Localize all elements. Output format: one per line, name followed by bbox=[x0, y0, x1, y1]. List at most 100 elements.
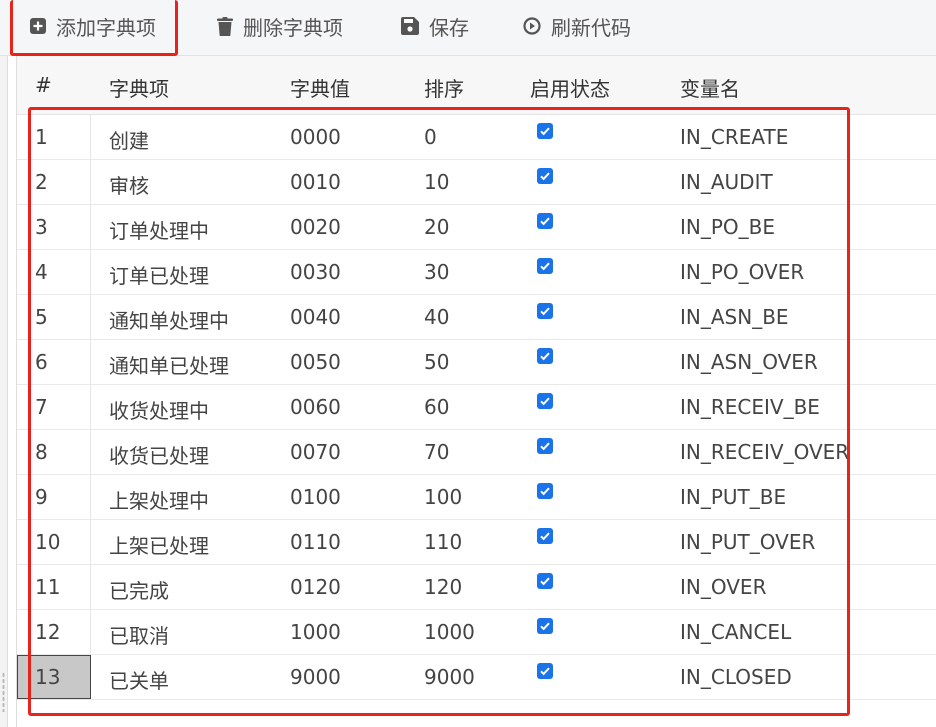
cell-item: 订单已处理 bbox=[109, 264, 209, 288]
cell-variable: IN_ASN_OVER bbox=[680, 350, 818, 374]
header-sort: 排序 bbox=[424, 77, 464, 101]
enabled-checkbox[interactable] bbox=[537, 618, 553, 634]
header-item: 字典项 bbox=[109, 77, 169, 101]
enabled-checkbox[interactable] bbox=[537, 348, 553, 364]
cell-value: 0000 bbox=[290, 125, 341, 149]
enabled-checkbox[interactable] bbox=[537, 393, 553, 409]
refresh-code-button[interactable]: 刷新代码 bbox=[523, 0, 631, 52]
cell-index: 11 bbox=[35, 575, 61, 599]
enabled-checkbox[interactable] bbox=[537, 528, 553, 544]
row-index-cell[interactable] bbox=[17, 475, 91, 519]
cell-value: 0060 bbox=[290, 395, 341, 419]
save-button[interactable]: 保存 bbox=[401, 0, 469, 52]
cell-variable: IN_CLOSED bbox=[680, 665, 792, 689]
table-row[interactable]: 8 收货已处理 0070 70 IN_RECEIV_OVER bbox=[17, 430, 936, 475]
table-row[interactable]: 10 上架已处理 0110 110 IN_PUT_OVER bbox=[17, 520, 936, 565]
cell-item: 审核 bbox=[109, 174, 149, 198]
toolbar: 添加字典项 删除字典项 保存 刷新代码 bbox=[0, 0, 936, 56]
row-index-cell[interactable] bbox=[17, 160, 91, 204]
cell-item: 上架已处理 bbox=[109, 534, 209, 558]
cell-sort: 20 bbox=[424, 215, 450, 239]
cell-item: 收货已处理 bbox=[109, 444, 209, 468]
row-index-cell[interactable] bbox=[17, 250, 91, 294]
cell-item: 通知单已处理 bbox=[109, 354, 229, 378]
enabled-checkbox[interactable] bbox=[537, 663, 553, 679]
cell-item: 创建 bbox=[109, 129, 149, 153]
check-icon bbox=[540, 667, 550, 676]
add-dict-item-button[interactable]: 添加字典项 bbox=[30, 0, 156, 52]
table-row[interactable]: 9 上架处理中 0100 100 IN_PUT_BE bbox=[17, 475, 936, 520]
table-row[interactable]: 2 审核 0010 10 IN_AUDIT bbox=[17, 160, 936, 205]
cell-value: 0040 bbox=[290, 305, 341, 329]
row-index-cell[interactable] bbox=[17, 385, 91, 429]
cell-item: 收货处理中 bbox=[109, 399, 209, 423]
enabled-checkbox[interactable] bbox=[537, 213, 553, 229]
delete-dict-item-button[interactable]: 删除字典项 bbox=[217, 0, 343, 52]
check-icon bbox=[540, 352, 550, 361]
check-icon bbox=[540, 532, 550, 541]
cell-sort: 1000 bbox=[424, 620, 475, 644]
table-row[interactable]: 7 收货处理中 0060 60 IN_RECEIV_BE bbox=[17, 385, 936, 430]
splitter[interactable] bbox=[0, 56, 8, 727]
delete-dict-item-label: 删除字典项 bbox=[243, 15, 343, 40]
refresh-code-label: 刷新代码 bbox=[551, 15, 631, 40]
enabled-checkbox[interactable] bbox=[537, 258, 553, 274]
cell-sort: 50 bbox=[424, 350, 450, 374]
row-index-cell[interactable] bbox=[17, 115, 91, 159]
cell-value: 0070 bbox=[290, 440, 341, 464]
cell-value: 1000 bbox=[290, 620, 341, 644]
cell-sort: 30 bbox=[424, 260, 450, 284]
cell-index: 8 bbox=[35, 440, 48, 464]
row-index-cell[interactable] bbox=[17, 340, 91, 384]
enabled-checkbox[interactable] bbox=[537, 123, 553, 139]
cell-value: 0020 bbox=[290, 215, 341, 239]
check-icon bbox=[540, 487, 550, 496]
table-row[interactable]: 5 通知单处理中 0040 40 IN_ASN_BE bbox=[17, 295, 936, 340]
cell-sort: 110 bbox=[424, 530, 463, 554]
check-icon bbox=[540, 262, 550, 271]
cell-sort: 60 bbox=[424, 395, 450, 419]
drag-handle-icon[interactable] bbox=[2, 672, 5, 712]
cell-index: 2 bbox=[35, 170, 48, 194]
table-row[interactable]: 11 已完成 0120 120 IN_OVER bbox=[17, 565, 936, 610]
cell-value: 0030 bbox=[290, 260, 341, 284]
table-row[interactable]: 4 订单已处理 0030 30 IN_PO_OVER bbox=[17, 250, 936, 295]
table-header: # 字典项 字典值 排序 启用状态 变量名 bbox=[17, 56, 936, 115]
cell-index: 9 bbox=[35, 485, 48, 509]
header-enabled: 启用状态 bbox=[530, 77, 610, 101]
enabled-checkbox[interactable] bbox=[537, 438, 553, 454]
cell-variable: IN_RECEIV_BE bbox=[680, 395, 820, 419]
row-index-cell[interactable] bbox=[17, 430, 91, 474]
row-index-cell[interactable] bbox=[17, 205, 91, 249]
check-icon bbox=[540, 622, 550, 631]
enabled-checkbox[interactable] bbox=[537, 168, 553, 184]
table-row[interactable]: 3 订单处理中 0020 20 IN_PO_BE bbox=[17, 205, 936, 250]
cell-variable: IN_PO_BE bbox=[680, 215, 776, 239]
cell-value: 9000 bbox=[290, 665, 341, 689]
table-row[interactable]: 1 创建 0000 0 IN_CREATE bbox=[17, 115, 936, 160]
cell-value: 0110 bbox=[290, 530, 341, 554]
table-row[interactable]: 13 已关单 9000 9000 IN_CLOSED bbox=[17, 655, 936, 700]
header-variable: 变量名 bbox=[680, 77, 740, 101]
check-icon bbox=[540, 217, 550, 226]
enabled-checkbox[interactable] bbox=[537, 303, 553, 319]
cell-index: 1 bbox=[35, 125, 48, 149]
plus-square-icon bbox=[30, 18, 46, 34]
cell-item: 上架处理中 bbox=[109, 489, 209, 513]
trash-icon bbox=[217, 16, 233, 36]
cell-index: 13 bbox=[35, 665, 61, 689]
cell-variable: IN_CANCEL bbox=[680, 620, 792, 644]
cell-item: 已取消 bbox=[109, 624, 169, 648]
cell-index: 4 bbox=[35, 260, 48, 284]
cell-sort: 40 bbox=[424, 305, 450, 329]
enabled-checkbox[interactable] bbox=[537, 573, 553, 589]
table-row[interactable]: 12 已取消 1000 1000 IN_CANCEL bbox=[17, 610, 936, 655]
cell-item: 已关单 bbox=[109, 669, 169, 693]
cell-value: 0010 bbox=[290, 170, 341, 194]
cell-sort: 100 bbox=[424, 485, 463, 509]
enabled-checkbox[interactable] bbox=[537, 483, 553, 499]
table-row[interactable]: 6 通知单已处理 0050 50 IN_ASN_OVER bbox=[17, 340, 936, 385]
header-index: # bbox=[35, 73, 52, 97]
row-index-cell[interactable] bbox=[17, 295, 91, 339]
play-circle-icon bbox=[523, 17, 541, 35]
